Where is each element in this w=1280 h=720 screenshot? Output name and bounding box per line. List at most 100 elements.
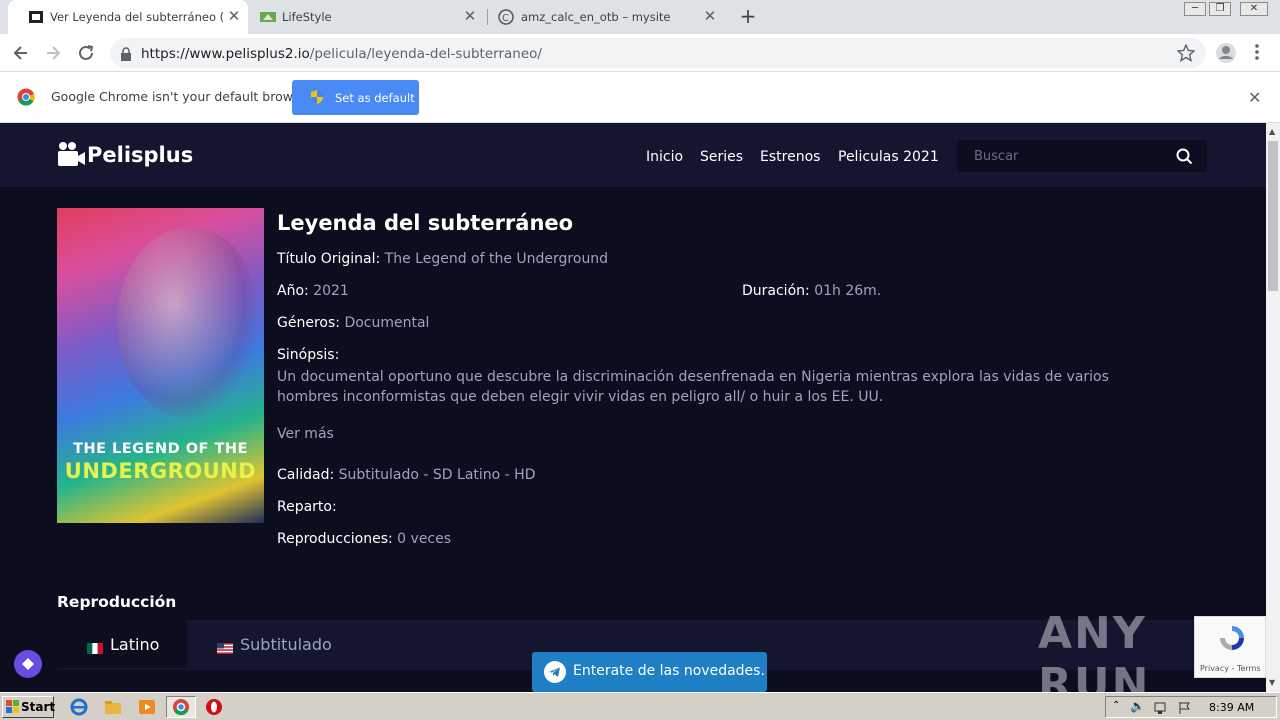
genres-value[interactable]: Documental [344,315,429,331]
start-label: Start [21,700,56,714]
genres-label: Géneros: [277,315,340,331]
year-row: Año: 2021 [277,283,349,299]
chrome-taskbar-button[interactable] [166,696,196,718]
ver-mas-link[interactable]: Ver más [277,426,334,442]
search-input[interactable] [957,140,1167,172]
recaptcha-badge[interactable]: Privacy - Terms [1194,616,1266,678]
scroll-down-arrow-icon[interactable]: ▼ [1269,678,1275,687]
explorer-folder-icon[interactable] [104,698,122,716]
taskbar-clock[interactable]: 8:39 AM [1209,701,1254,714]
flag-icon[interactable] [1178,700,1192,719]
duration-row: Duración: 01h 26m. [742,283,881,299]
back-button[interactable] [10,42,32,64]
tab-latino-label: Latino [110,634,160,654]
tray-expand-icon[interactable]: ⌃ [1112,700,1120,711]
close-tab-icon[interactable]: ✕ [702,8,718,24]
year-label: Año: [277,283,309,299]
page-scrollbar[interactable]: ▲ ▼ [1266,123,1280,692]
plays-value: 0 veces [397,531,452,547]
original-title-value: The Legend of the Underground [384,251,609,267]
cast-label: Reparto: [277,499,337,515]
opera-icon[interactable] [205,698,223,716]
scrollbar-thumb[interactable] [1268,141,1278,291]
arrow-right-icon [47,46,61,60]
playback-section-title: Reproducción [57,593,177,611]
nav-estrenos[interactable]: Estrenos [760,149,820,165]
diamond-arrow-icon [22,658,34,670]
new-tab-button[interactable]: + [738,6,758,28]
tab-lifestyle[interactable]: LifeStyle ✕ [248,0,488,34]
plays-label: Reproducciones: [277,531,393,547]
synopsis-label: Sinópsis: [277,347,340,363]
camera-logo-icon [57,141,87,169]
ie-icon[interactable] [70,698,88,716]
network-icon[interactable] [1154,700,1168,719]
usa-flag-icon [217,639,233,654]
movie-poster: THE LEGEND OF THE UNDERGROUND [57,208,264,523]
plays-row: Reproducciones: 0 veces [277,531,451,547]
original-title-label: Título Original: [277,251,381,267]
duration-value: 01h 26m. [814,283,882,299]
recaptcha-links[interactable]: Privacy - Terms [1200,664,1261,673]
synopsis-text: Un documental oportuno que descubre la d… [277,369,1109,405]
nav-peliculas-2021[interactable]: Peliculas 2021 [838,149,939,165]
bookmark-star-icon[interactable] [1176,43,1196,66]
quality-label: Calidad: [277,467,335,483]
tab-pelisplus[interactable]: Ver Leyenda del subterráneo (2021) ✕ [8,0,248,34]
scroll-up-arrow-icon[interactable]: ▲ [1269,127,1275,136]
movie-title: Leyenda del subterráneo [277,211,574,235]
default-browser-infobar: Google Chrome isn't your default browser… [0,72,1280,123]
poster-title-line1: THE LEGEND OF THE [73,441,248,457]
nav-inicio[interactable]: Inicio [646,149,683,165]
tab-title: Ver Leyenda del subterráneo (2021) [50,10,225,24]
telegram-banner-button[interactable]: Enterate de las novedades. [532,652,767,692]
start-button[interactable]: Start [2,696,56,718]
logo-text: Pelisplus [87,143,194,167]
telegram-label: Enterate de las novedades. [573,663,765,679]
volume-icon[interactable]: 🔈 [1130,699,1145,713]
arrow-left-icon [13,46,27,60]
tab-subtitulado-label: Subtitulado [240,634,332,654]
quality-row: Calidad: Subtitulado - SD Latino - HD [277,467,536,483]
media-player-icon[interactable] [138,698,156,716]
browser-tab-strip: Ver Leyenda del subterráneo (2021) ✕ Lif… [0,0,1280,34]
tab-latino[interactable]: Latino [57,620,187,668]
reload-button[interactable] [75,42,97,64]
infobar-message: Google Chrome isn't your default browser [51,89,313,104]
chrome-icon [173,699,189,716]
tab-mysite[interactable]: C amz_calc_en_otb – mysite ✕ [488,0,728,34]
windows-taskbar: Start ⌃ 🔈 8:39 AM [0,692,1280,720]
mexico-flag-icon [87,639,103,654]
chrome-logo-icon [17,88,35,110]
site-search [957,140,1207,172]
url-text: https://www.pelisplus2.io/pelicula/leyen… [141,46,542,62]
lock-icon [120,46,132,65]
lifestyle-favicon-icon [260,9,276,25]
floating-action-button[interactable] [14,650,42,678]
url-path: /pelicula/leyenda-del-subterraneo/ [309,46,542,62]
site-logo[interactable]: Pelisplus [57,140,193,170]
quality-value: Subtitulado - SD Latino - HD [338,467,536,483]
address-bar[interactable]: https://www.pelisplus2.io/pelicula/leyen… [110,38,1206,68]
nav-series[interactable]: Series [700,149,743,165]
forward-button[interactable] [42,42,64,64]
windows-logo-icon [6,700,20,717]
maximize-window-button[interactable]: ❐ [1209,2,1231,16]
original-title-row: Título Original: The Legend of the Under… [277,251,608,267]
mysite-favicon-icon: C [498,9,514,25]
menu-kebab-icon[interactable] [1250,43,1264,67]
minimize-window-button[interactable]: ─ [1184,2,1206,16]
genres-row: Géneros: Documental [277,315,429,331]
tab-subtitulado[interactable]: Subtitulado [217,620,332,668]
web-page: Pelisplus Inicio Series Estrenos Pelicul… [0,123,1266,692]
search-icon[interactable] [1176,148,1193,169]
film-favicon-icon [28,9,44,25]
close-tab-icon[interactable]: ✕ [226,8,242,24]
site-header: Pelisplus Inicio Series Estrenos Pelicul… [0,123,1266,187]
close-tab-icon[interactable]: ✕ [462,8,478,24]
profile-avatar-icon[interactable] [1215,42,1237,68]
set-as-default-button[interactable]: Set as default [292,80,419,115]
close-infobar-icon[interactable]: ✕ [1248,88,1261,107]
set-as-default-label: Set as default [335,91,415,105]
close-window-button[interactable]: ✕ [1240,2,1268,16]
